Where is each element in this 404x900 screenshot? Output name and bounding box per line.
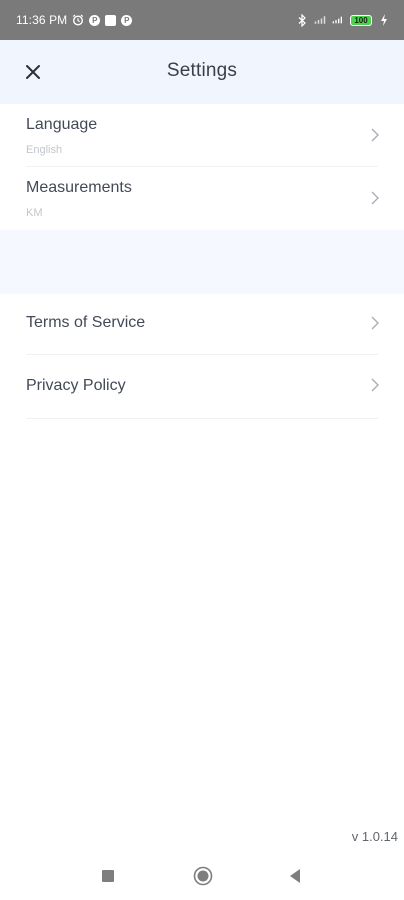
app-notification-icon: P bbox=[121, 14, 133, 26]
chevron-right-icon bbox=[371, 128, 379, 142]
terms-of-service-row[interactable]: Terms of Service bbox=[0, 294, 404, 354]
privacy-policy-label: Privacy Policy bbox=[26, 377, 126, 394]
back-button[interactable] bbox=[288, 868, 302, 884]
chevron-right-icon bbox=[371, 191, 379, 205]
chevron-right-icon bbox=[371, 378, 379, 392]
language-value: English bbox=[26, 144, 63, 156]
recent-apps-button[interactable] bbox=[102, 870, 114, 882]
privacy-policy-row[interactable]: Privacy Policy bbox=[0, 356, 404, 416]
signal-icon bbox=[332, 14, 344, 26]
language-row[interactable]: Language English bbox=[0, 104, 404, 166]
status-time: 11:36 PM bbox=[16, 13, 68, 27]
version-label: v 1.0.14 bbox=[351, 829, 398, 844]
charging-icon bbox=[378, 14, 390, 26]
divider bbox=[26, 418, 378, 419]
language-label: Language bbox=[26, 116, 98, 133]
home-button[interactable] bbox=[193, 866, 213, 886]
measurements-row[interactable]: Measurements KM bbox=[0, 167, 404, 229]
app-bar: Settings bbox=[0, 40, 404, 104]
status-left: 11:36 PM P P bbox=[16, 13, 133, 27]
bluetooth-icon bbox=[296, 13, 308, 27]
divider bbox=[26, 354, 378, 355]
navigation-bar bbox=[0, 854, 404, 900]
page-title: Settings bbox=[166, 60, 238, 81]
battery-icon: 100 bbox=[350, 14, 372, 26]
section-separator bbox=[0, 230, 404, 294]
alarm-icon bbox=[72, 14, 84, 26]
measurements-label: Measurements bbox=[26, 179, 132, 196]
chevron-right-icon bbox=[371, 316, 379, 330]
terms-of-service-label: Terms of Service bbox=[26, 314, 146, 331]
status-right: 100 bbox=[296, 13, 390, 27]
app-notification-icon: P bbox=[89, 14, 101, 26]
measurements-value: KM bbox=[26, 207, 43, 219]
signal-icon bbox=[314, 14, 326, 26]
square-notification-icon bbox=[105, 14, 117, 26]
status-bar: 11:36 PM P P 100 bbox=[0, 0, 404, 40]
